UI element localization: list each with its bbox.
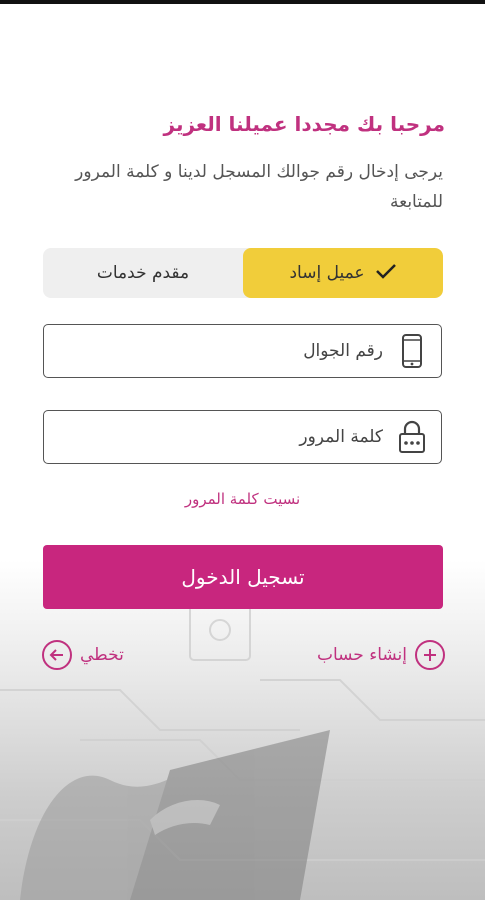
tab-provider-label: مقدم خدمات (96, 263, 190, 283)
create-account-label: إنشاء حساب (316, 645, 407, 665)
lock-icon (395, 417, 429, 457)
tab-provider[interactable]: مقدم خدمات (43, 248, 243, 298)
mobile-phone-icon (395, 331, 429, 371)
skip-label: تخطي (80, 645, 124, 665)
phone-input[interactable]: رقم الجوال (303, 341, 383, 361)
instructions-text: يرجى إدخال رقم جوالك المسجل لدينا و كلمة… (75, 162, 443, 212)
background-illustration (0, 560, 485, 900)
password-field[interactable]: كلمة المرور (43, 410, 442, 464)
forgot-password-link[interactable]: نسيت كلمة المرور (0, 490, 485, 508)
create-account-link[interactable]: إنشاء حساب (317, 640, 445, 670)
login-button[interactable]: تسجيل الدخول (43, 545, 443, 609)
phone-field[interactable]: رقم الجوال (43, 324, 442, 378)
tab-customer[interactable]: عميل إساد (243, 248, 443, 298)
welcome-title: مرحبا بك مجددا عميلنا العزيز (163, 112, 445, 136)
password-input[interactable]: كلمة المرور (299, 427, 383, 447)
plus-circle-icon (415, 640, 445, 670)
check-icon (375, 262, 397, 285)
tab-customer-label: عميل إساد (289, 263, 365, 283)
status-bar (0, 0, 485, 4)
arrow-left-icon (42, 640, 72, 670)
skip-link[interactable]: تخطي (42, 640, 124, 670)
user-type-toggle: عميل إساد مقدم خدمات (43, 248, 443, 298)
